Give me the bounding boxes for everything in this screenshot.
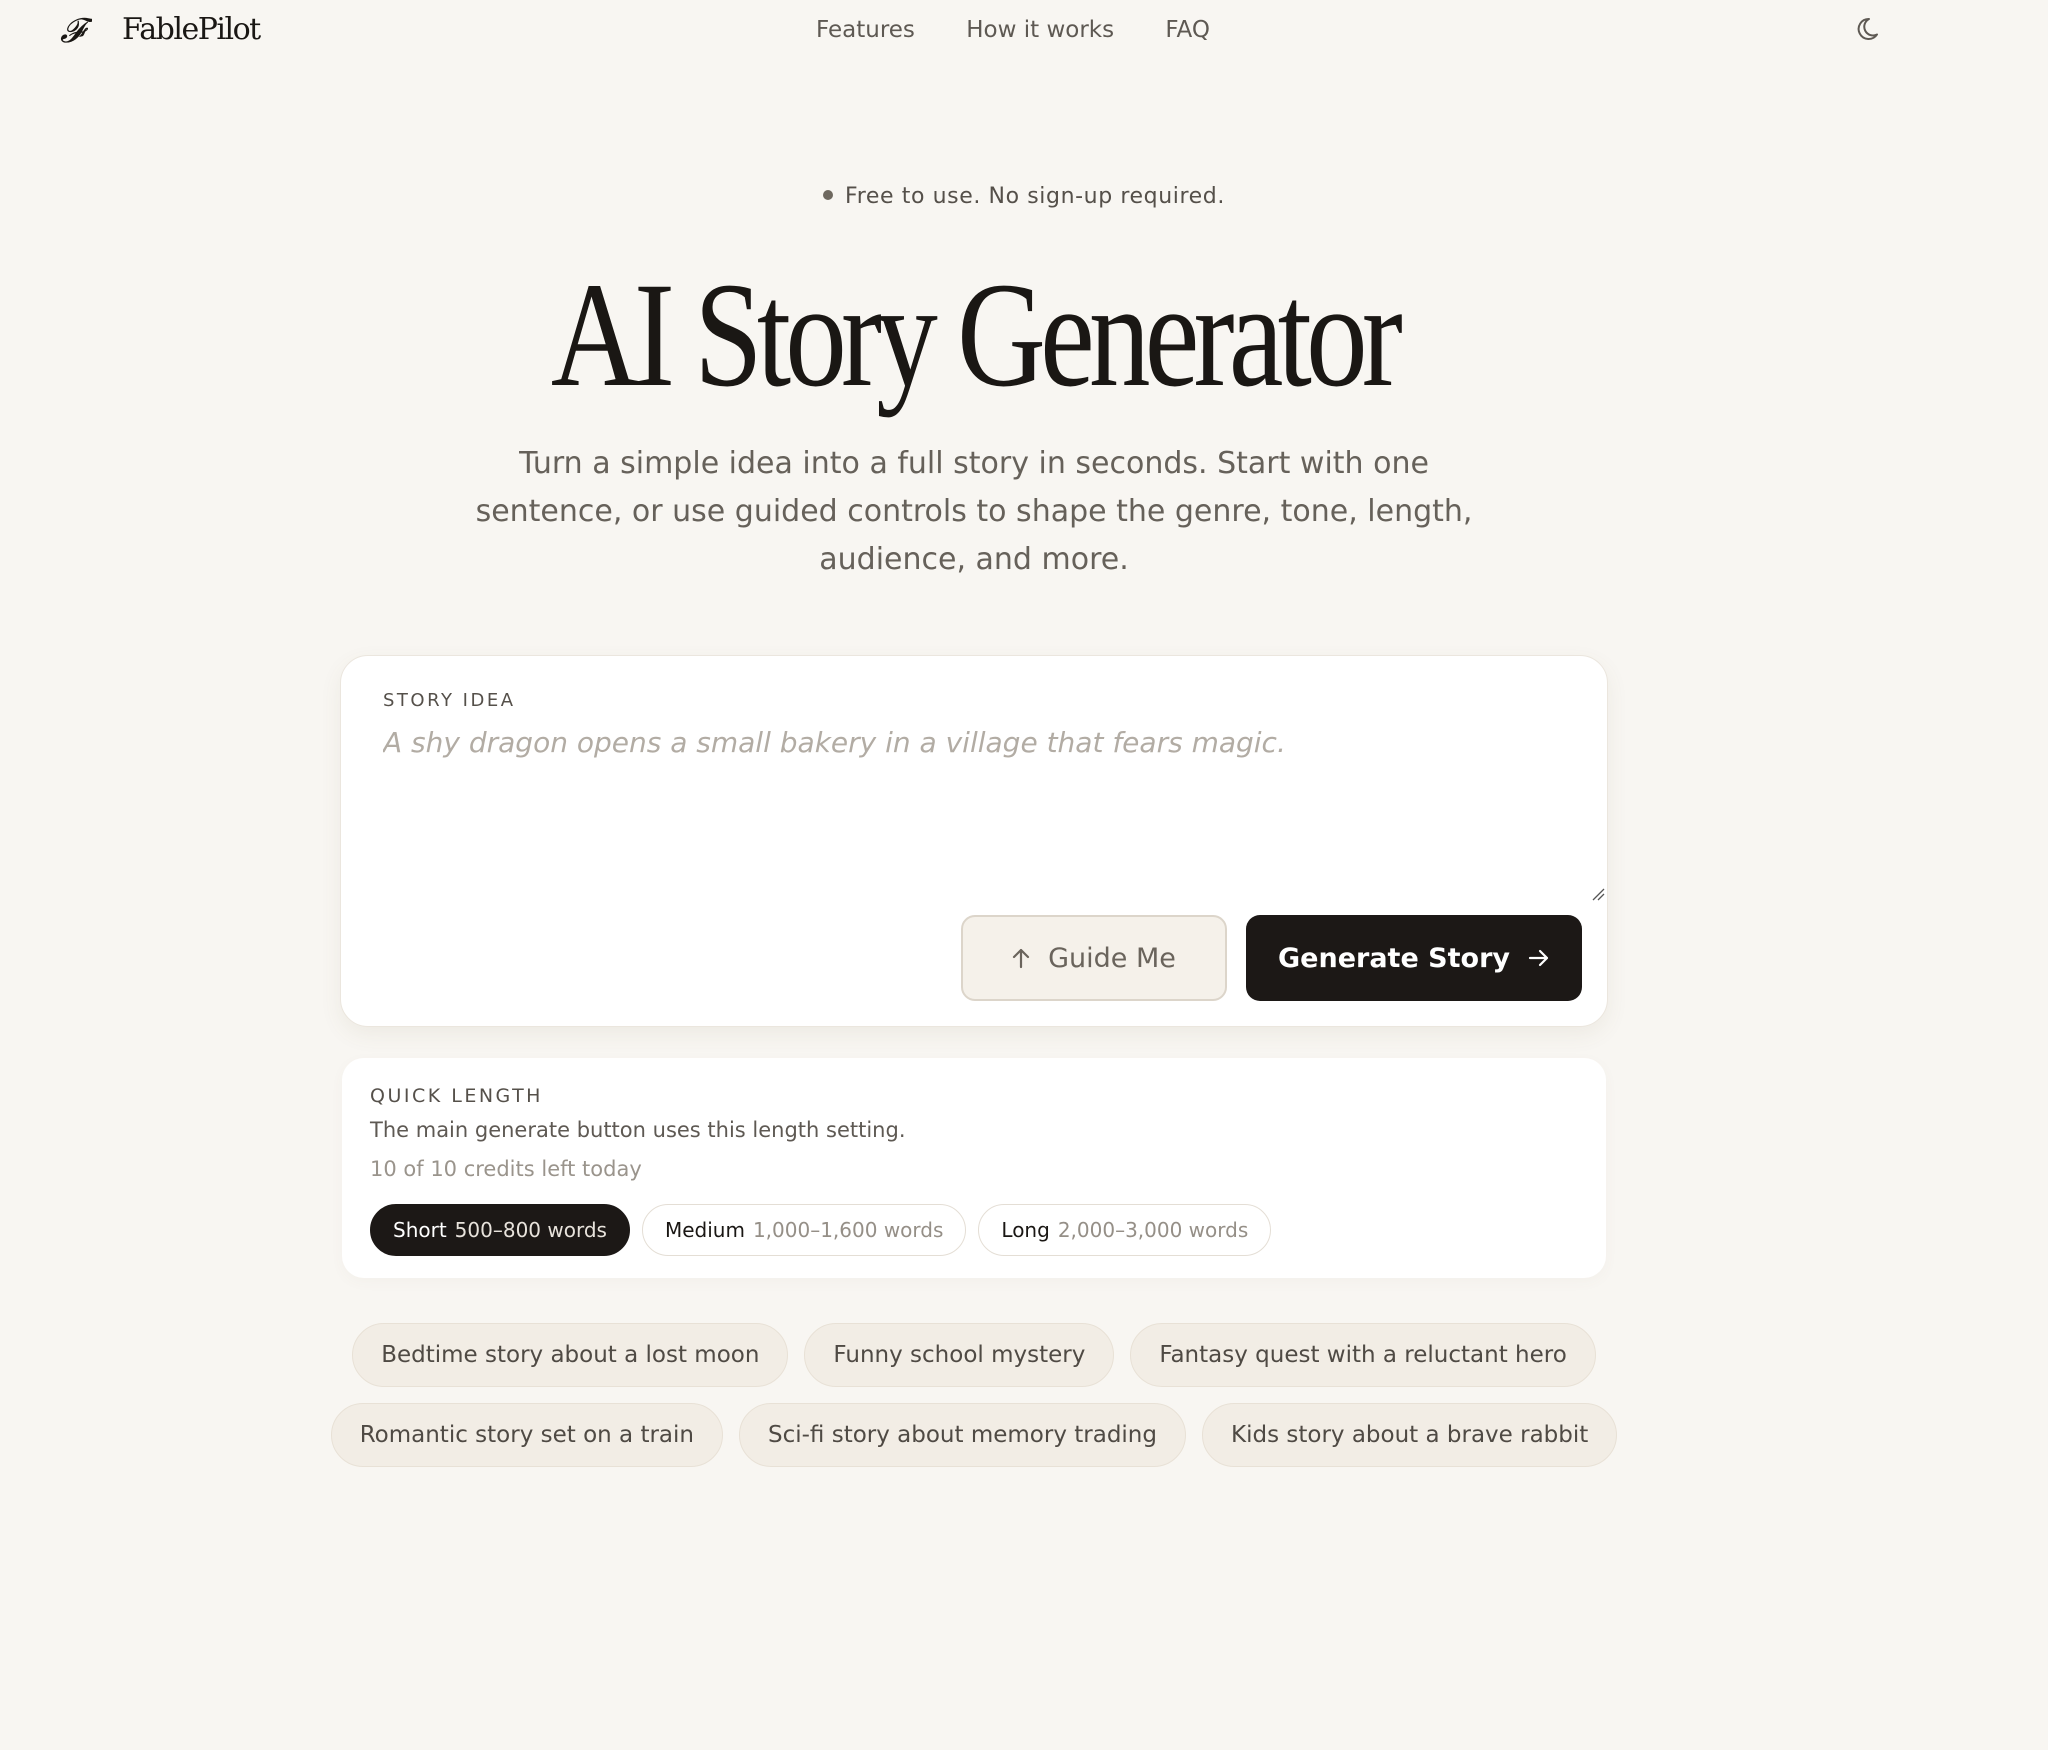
guide-me-button[interactable]: Guide Me: [961, 915, 1227, 1001]
credits-remaining: 10 of 10 credits left today: [370, 1157, 642, 1181]
generate-story-button[interactable]: Generate Story: [1246, 915, 1582, 1001]
suggestion-chip[interactable]: Bedtime story about a lost moon: [352, 1323, 789, 1387]
arrow-up-icon: [1013, 948, 1030, 969]
length-option-short[interactable]: Short 500–800 words: [370, 1204, 630, 1256]
guide-me-label: Guide Me: [1048, 942, 1176, 974]
nav-link-faq[interactable]: FAQ: [1165, 14, 1210, 46]
suggestion-chip[interactable]: Fantasy quest with a reluctant hero: [1130, 1323, 1596, 1387]
suggestion-chip[interactable]: Kids story about a brave rabbit: [1202, 1403, 1618, 1467]
suggestion-chip[interactable]: Romantic story set on a train: [330, 1403, 723, 1467]
page-title: AI Story Generator: [550, 252, 1403, 418]
length-option-name: Short: [393, 1218, 447, 1242]
length-option-medium[interactable]: Medium 1,000–1,600 words: [641, 1204, 967, 1256]
quick-length-description: The main generate button uses this lengt…: [370, 1118, 906, 1142]
resize-handle-icon[interactable]: [1591, 887, 1605, 901]
length-option-range: 2,000–3,000 words: [1057, 1218, 1249, 1242]
story-idea-card: STORY IDEA Guide Me Generate Story: [340, 655, 1608, 1027]
story-idea-input[interactable]: [383, 726, 1553, 876]
length-option-range: 1,000–1,600 words: [752, 1218, 944, 1242]
length-option-range: 500–800 words: [454, 1218, 607, 1242]
free-badge: Free to use. No sign-up required.: [0, 182, 2048, 212]
suggestion-chip[interactable]: Sci-fi story about memory trading: [738, 1403, 1186, 1467]
quick-length-card: QUICK LENGTH The main generate button us…: [342, 1058, 1606, 1278]
suggestion-row-2: Romantic story set on a train Sci-fi sto…: [0, 1403, 1948, 1467]
length-option-name: Medium: [664, 1218, 745, 1242]
length-options: Short 500–800 words Medium 1,000–1,600 wor…: [370, 1204, 1272, 1256]
top-nav: 𝓕 FablePilot Features How it works FAQ: [0, 0, 2048, 60]
arrow-right-icon: [1528, 949, 1549, 967]
generate-story-label: Generate Story: [1278, 942, 1510, 974]
free-badge-text: Free to use. No sign-up required.: [845, 184, 1225, 209]
status-dot-icon: [823, 190, 834, 200]
story-idea-label: STORY IDEA: [383, 690, 516, 711]
nav-links: Features How it works FAQ: [0, 14, 2048, 46]
moon-icon[interactable]: [1856, 14, 1886, 44]
length-option-name: Long: [1001, 1218, 1050, 1242]
nav-link-how-it-works[interactable]: How it works: [966, 14, 1114, 46]
length-option-long[interactable]: Long 2,000–3,000 words: [978, 1204, 1272, 1256]
quick-length-label: QUICK LENGTH: [370, 1085, 543, 1107]
nav-link-features[interactable]: Features: [816, 14, 915, 46]
hero-subtitle: Turn a simple idea into a full story in …: [475, 446, 1473, 577]
suggestion-row-1: Bedtime story about a lost moon Funny sc…: [0, 1323, 1948, 1387]
suggestion-chip[interactable]: Funny school mystery: [804, 1323, 1115, 1387]
